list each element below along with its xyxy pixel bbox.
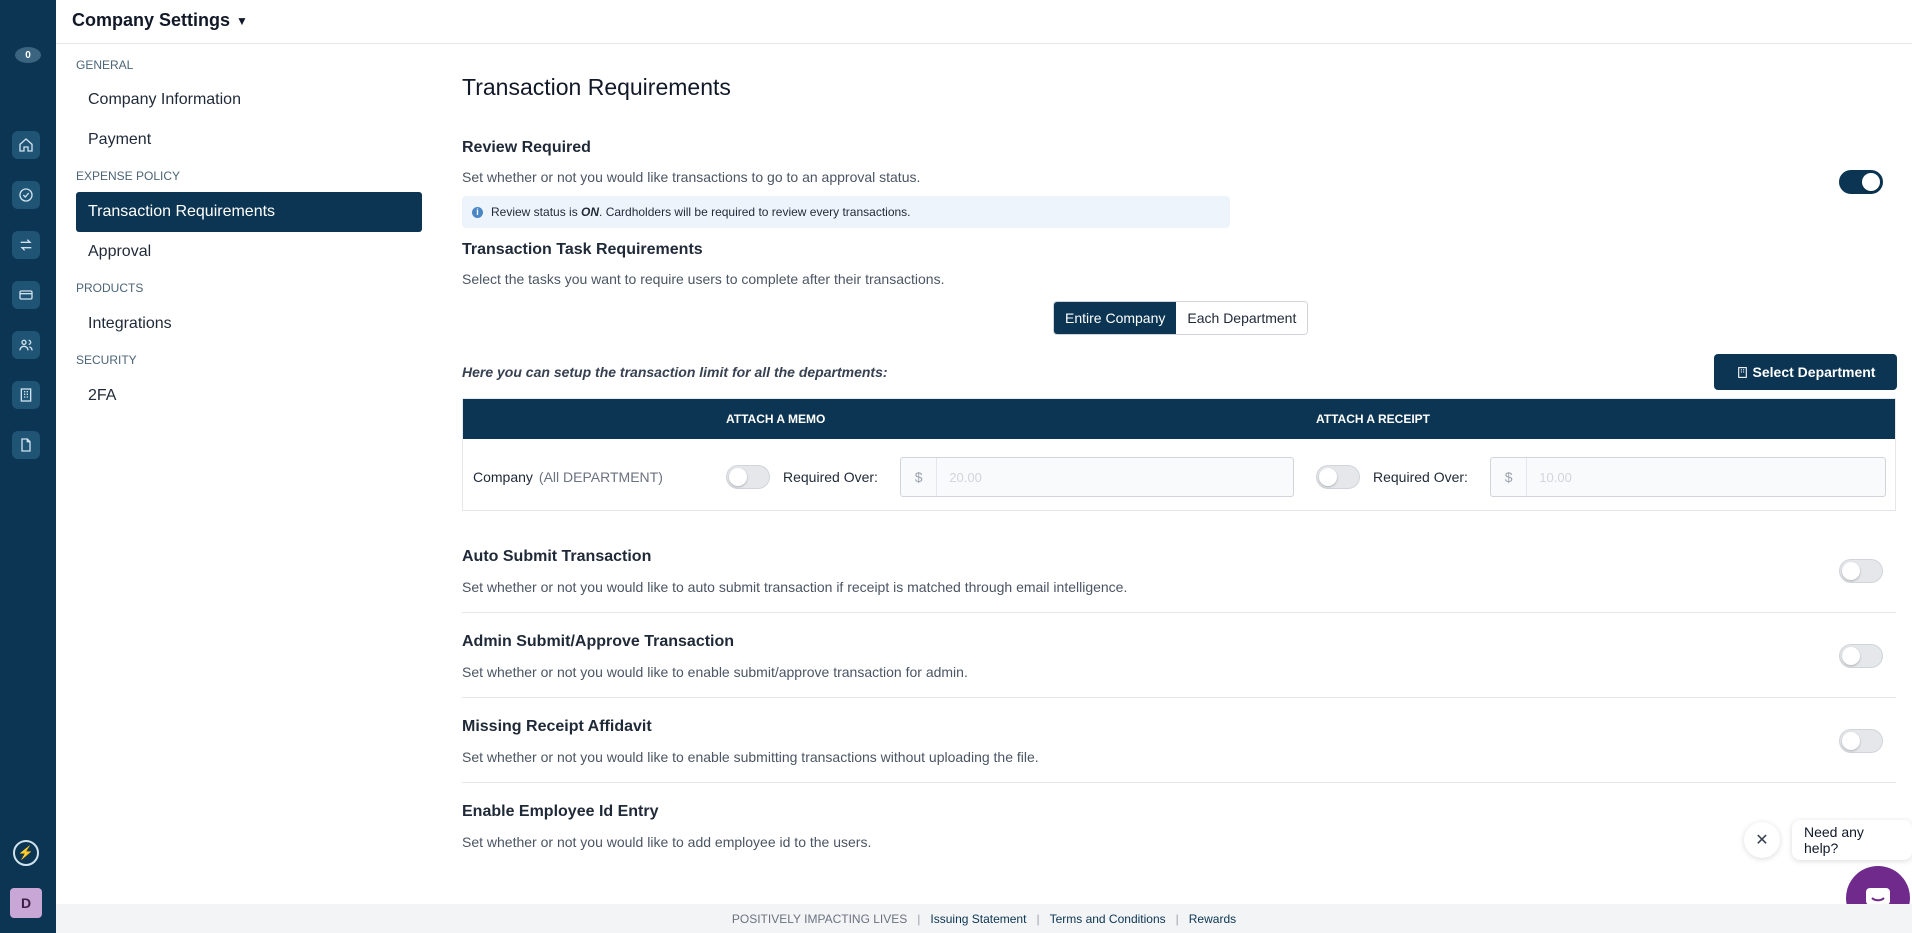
memo-toggle[interactable] <box>726 465 770 489</box>
page-header-title: Company Settings <box>72 10 231 30</box>
admin-submit-desc: Set whether or not you would like to ena… <box>462 664 968 680</box>
select-department-label: Select Department <box>1752 364 1876 380</box>
footer-separator: | <box>1036 911 1040 926</box>
receipt-toggle[interactable] <box>1316 465 1360 489</box>
building-icon[interactable] <box>12 381 40 409</box>
receipt-amount-field: $ <box>1490 457 1886 497</box>
nav-section-general: GENERAL <box>76 58 134 72</box>
footer-separator: | <box>1175 911 1179 926</box>
footer: POSITIVELY IMPACTING LIVES | Issuing Sta… <box>56 904 1912 933</box>
toggle-knob <box>1842 647 1860 665</box>
select-department-button[interactable]: Select Department <box>1714 354 1897 390</box>
review-required-toggle[interactable] <box>1839 170 1883 194</box>
top-header: Company Settings ▼ <box>56 0 1912 44</box>
card-icon[interactable] <box>12 281 40 309</box>
document-icon[interactable] <box>12 431 40 459</box>
task-requirements-desc: Select the tasks you want to require use… <box>462 271 945 287</box>
divider <box>462 782 1896 783</box>
divider <box>462 697 1896 698</box>
currency-symbol: $ <box>901 458 938 496</box>
receipt-amount-input[interactable] <box>1527 458 1885 496</box>
currency-symbol: $ <box>1491 458 1528 496</box>
missing-receipt-toggle[interactable] <box>1839 729 1883 753</box>
auto-submit-title: Auto Submit Transaction <box>462 548 652 565</box>
toggle-knob <box>1842 562 1860 580</box>
table-header: ATTACH A MEMO ATTACH A RECEIPT <box>463 399 1895 439</box>
divider <box>462 612 1896 613</box>
table-row-label: Company (All DEPARTMENT) <box>473 469 663 485</box>
col-attach-memo: ATTACH A MEMO <box>726 412 826 426</box>
receipt-required-over-label: Required Over: <box>1373 469 1468 485</box>
nav-section-expense-policy: EXPENSE POLICY <box>76 169 181 183</box>
transfer-icon[interactable] <box>12 231 40 259</box>
nav-item-payment[interactable]: Payment <box>76 120 422 160</box>
info-icon: i <box>472 206 483 218</box>
nav-section-security: SECURITY <box>76 353 137 367</box>
footer-link-issuing-statement[interactable]: Issuing Statement <box>930 912 1026 926</box>
footer-separator: | <box>917 911 921 926</box>
home-icon[interactable] <box>12 131 40 159</box>
toggle-knob <box>729 468 747 486</box>
page-title: Transaction Requirements <box>462 74 731 100</box>
review-status-text: Review status is ON. Cardholders will be… <box>491 205 911 219</box>
admin-submit-title: Admin Submit/Approve Transaction <box>462 633 735 650</box>
memo-amount-field: $ <box>900 457 1294 497</box>
nav-item-company-information[interactable]: Company Information <box>76 80 422 120</box>
nav-item-2fa[interactable]: 2FA <box>76 376 422 416</box>
auto-submit-desc: Set whether or not you would like to aut… <box>462 579 1128 595</box>
scope-each-department[interactable]: Each Department <box>1176 302 1308 334</box>
icon-rail: 0 ⚡ D <box>0 0 56 933</box>
review-required-desc: Set whether or not you would like transa… <box>462 169 921 185</box>
employee-id-desc: Set whether or not you would like to add… <box>462 834 872 850</box>
help-bubble[interactable]: Need any help? <box>1792 820 1912 860</box>
footer-link-rewards[interactable]: Rewards <box>1189 912 1236 926</box>
transaction-limit-note: Here you can setup the transaction limit… <box>462 364 888 380</box>
company-settings-dropdown[interactable]: Company Settings ▼ <box>72 10 248 31</box>
bolt-icon[interactable]: ⚡ <box>13 840 39 866</box>
chevron-down-icon: ▼ <box>236 13 248 28</box>
settings-nav: GENERAL Company Information Payment EXPE… <box>56 44 436 903</box>
scope-segmented-control: Entire Company Each Department <box>1053 301 1309 335</box>
col-attach-receipt: ATTACH A RECEIPT <box>1316 412 1430 426</box>
admin-submit-toggle[interactable] <box>1839 644 1883 668</box>
missing-receipt-title: Missing Receipt Affidavit <box>462 718 652 735</box>
toggle-knob <box>1842 732 1860 750</box>
nav-item-integrations[interactable]: Integrations <box>76 304 422 344</box>
nav-item-approval[interactable]: Approval <box>76 232 422 272</box>
close-icon[interactable]: ✕ <box>1744 822 1780 858</box>
building-icon <box>1737 366 1747 378</box>
nav-section-products: PRODUCTS <box>76 281 144 295</box>
toggle-knob <box>1319 468 1337 486</box>
avatar[interactable]: D <box>10 888 42 918</box>
task-requirements-title: Transaction Task Requirements <box>462 241 703 258</box>
check-circle-icon[interactable] <box>12 181 40 209</box>
employee-id-title: Enable Employee Id Entry <box>462 803 659 820</box>
review-status-info: i Review status is ON. Cardholders will … <box>462 196 1230 228</box>
requirements-table: ATTACH A MEMO ATTACH A RECEIPT Company (A… <box>462 398 1896 511</box>
footer-tagline: POSITIVELY IMPACTING LIVES <box>731 911 908 926</box>
footer-link-terms[interactable]: Terms and Conditions <box>1050 912 1166 926</box>
memo-required-over-label: Required Over: <box>783 469 878 485</box>
logo-icon[interactable]: 0 <box>15 47 41 63</box>
scope-entire-company[interactable]: Entire Company <box>1054 302 1177 334</box>
toggle-knob <box>1862 173 1880 191</box>
users-icon[interactable] <box>12 331 40 359</box>
auto-submit-toggle[interactable] <box>1839 559 1883 583</box>
nav-item-transaction-requirements[interactable]: Transaction Requirements <box>76 192 422 232</box>
missing-receipt-desc: Set whether or not you would like to ena… <box>462 749 1039 765</box>
review-required-title: Review Required <box>462 139 591 156</box>
memo-amount-input[interactable] <box>937 458 1293 496</box>
